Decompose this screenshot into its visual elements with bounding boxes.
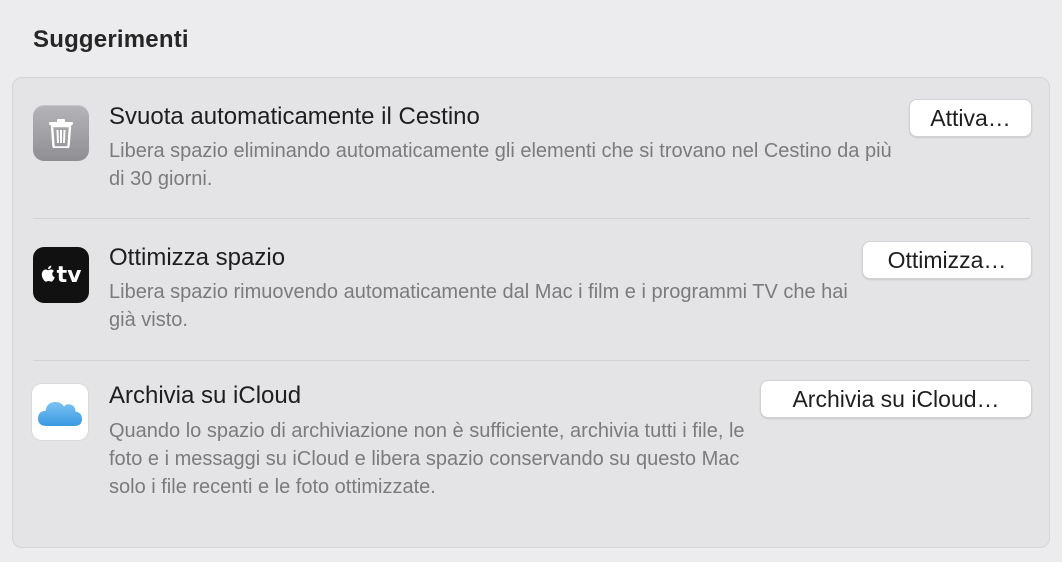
trash-icon <box>33 105 89 161</box>
suggestion-title: Svuota automaticamente il Cestino <box>109 103 480 130</box>
section-title: Suggerimenti <box>33 26 189 53</box>
suggestions-panel: Svuota automaticamente il Cestino Libera… <box>12 77 1050 548</box>
suggestion-row-store-in-icloud: Archivia su iCloud Quando lo spazio di a… <box>13 361 1049 549</box>
suggestion-row-empty-trash: Svuota automaticamente il Cestino Libera… <box>13 78 1049 218</box>
suggestion-description: Libera spazio eliminando automaticamente… <box>109 140 892 190</box>
apple-tv-icon: tv <box>33 247 89 303</box>
optimize-button[interactable]: Ottimizza… <box>862 241 1032 279</box>
store-in-icloud-button[interactable]: Archivia su iCloud… <box>760 380 1032 418</box>
suggestion-description: Quando lo spazio di archiviazione non è … <box>109 420 745 498</box>
tv-label: tv <box>56 262 82 288</box>
suggestion-row-optimize-storage: tv Ottimizza spazio Libera spazio rimuov… <box>13 219 1049 360</box>
suggestion-description: Libera spazio rimuovendo automaticamente… <box>109 281 848 331</box>
suggestion-title: Ottimizza spazio <box>109 244 286 271</box>
icloud-icon <box>31 383 89 441</box>
enable-empty-trash-button[interactable]: Attiva… <box>909 99 1032 137</box>
suggestion-title: Archivia su iCloud <box>109 382 302 409</box>
